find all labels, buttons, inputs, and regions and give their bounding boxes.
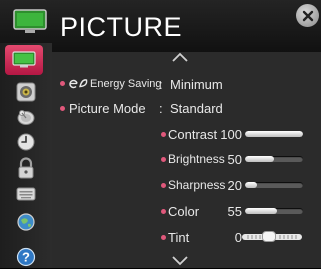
separator: :: [159, 77, 163, 92]
bullet: [161, 183, 166, 188]
sidebar-item-picture[interactable]: [5, 45, 43, 75]
brightness-slider-fill: [245, 156, 274, 162]
bullet: [60, 81, 65, 86]
scroll-down-icon[interactable]: [172, 256, 188, 266]
sidebar-item-audio[interactable]: [6, 80, 46, 104]
contrast-slider[interactable]: [245, 131, 303, 137]
tv-icon: [12, 51, 36, 68]
sharpness-slider[interactable]: [245, 182, 303, 188]
help-icon: ?: [16, 247, 36, 267]
separator: :: [159, 101, 163, 116]
bullet: [161, 235, 166, 240]
sharpness-label: Sharpness: [168, 178, 226, 192]
close-icon: [302, 10, 313, 21]
bullet: [60, 106, 65, 111]
energy-saving-icon: [69, 79, 88, 89]
energy-saving-label: Energy Saving: [90, 78, 162, 90]
sidebar-item-channel[interactable]: [6, 105, 46, 129]
bullet: [161, 132, 166, 137]
contrast-value: 100: [220, 127, 242, 142]
contrast-slider-fill: [245, 131, 303, 137]
color-slider[interactable]: [245, 208, 303, 214]
keyboard-icon: [16, 187, 36, 201]
tv-icon: [13, 9, 47, 33]
brightness-slider[interactable]: [245, 156, 303, 162]
clock-icon: [17, 133, 35, 151]
scroll-up-icon[interactable]: [172, 52, 188, 62]
globe-icon: [17, 213, 35, 231]
tint-value: 0: [234, 230, 242, 245]
speaker-icon: [16, 82, 36, 102]
picture-mode-label: Picture Mode: [69, 101, 146, 116]
contrast-label: Contrast: [168, 127, 218, 142]
bullet: [161, 209, 166, 214]
tv-settings-screen: PICTURE ? Energy Saving: Minimum Pictur…: [0, 0, 321, 268]
sidebar-item-network[interactable]: [6, 210, 46, 234]
sidebar: ?: [0, 43, 52, 268]
picture-mode-value: Standard: [170, 101, 223, 116]
satellite-dish-icon: [17, 110, 35, 125]
tint-label: Tint: [168, 230, 190, 245]
color-label: Color: [168, 204, 200, 219]
padlock-icon: [18, 157, 34, 179]
sidebar-item-time[interactable]: [6, 130, 46, 154]
sharpness-value: 20: [227, 178, 242, 193]
tint-slider-knob[interactable]: [262, 231, 276, 242]
brightness-value: 50: [227, 152, 242, 167]
sidebar-item-option[interactable]: [6, 182, 46, 206]
energy-saving-value: Minimum: [170, 77, 223, 92]
sharpness-slider-fill: [245, 182, 257, 188]
sidebar-item-support[interactable]: ?: [6, 245, 46, 269]
sidebar-item-lock[interactable]: [6, 156, 46, 180]
svg-text:?: ?: [22, 250, 30, 265]
close-button[interactable]: [296, 4, 319, 27]
bullet: [161, 157, 166, 162]
brightness-label: Brightness: [168, 152, 225, 166]
color-value: 55: [227, 204, 242, 219]
color-slider-fill: [245, 208, 277, 214]
page-title: PICTURE: [60, 12, 183, 42]
